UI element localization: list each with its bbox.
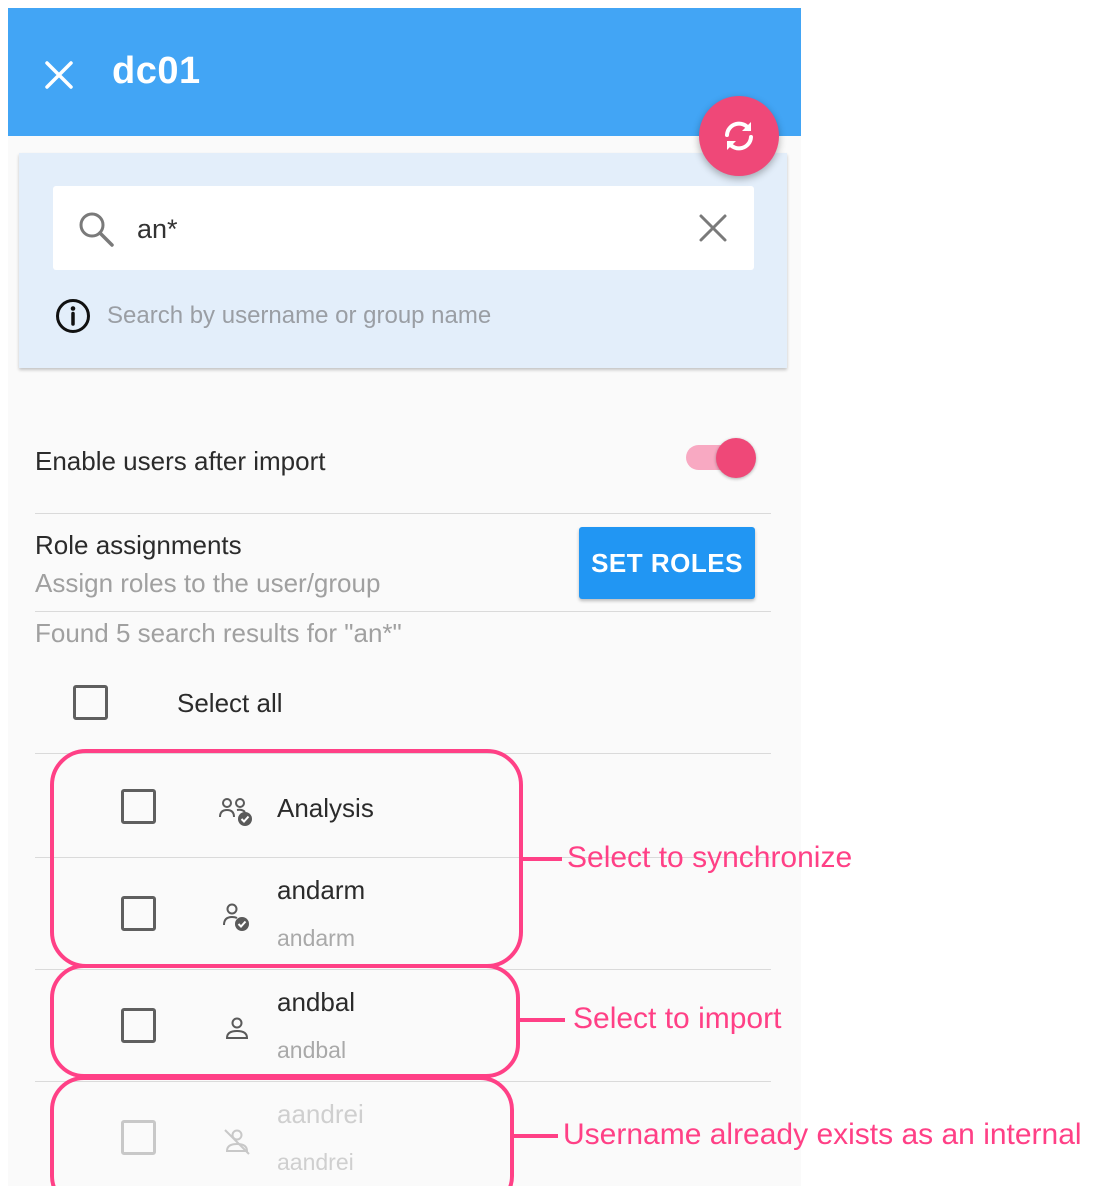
clear-icon[interactable] — [696, 211, 730, 245]
divider — [35, 753, 771, 754]
close-button[interactable] — [38, 54, 80, 96]
item-checkbox[interactable] — [121, 1008, 156, 1043]
results-summary: Found 5 search results for "an*" — [35, 618, 402, 648]
header-bar: dc01 — [8, 8, 801, 136]
user-off-icon — [224, 1129, 250, 1155]
search-field[interactable] — [53, 186, 754, 270]
hint-text: Search by username or group name — [107, 302, 492, 329]
divider — [35, 611, 771, 612]
enable-users-toggle[interactable] — [684, 436, 756, 480]
role-assignments-subtitle: Assign roles to the user/group — [35, 568, 381, 598]
select-all-label: Select all — [177, 688, 283, 718]
set-roles-button[interactable]: SET ROLES — [579, 527, 755, 599]
sync-icon — [725, 121, 753, 151]
item-name: aandrei — [277, 1099, 364, 1129]
group-sync-icon — [219, 798, 252, 826]
info-icon — [56, 299, 90, 333]
enable-users-label: Enable users after import — [35, 446, 326, 476]
sync-annotation: Select to synchronize — [567, 841, 853, 874]
page-title: dc01 — [112, 50, 201, 92]
search-card: Search by username or group name — [19, 153, 787, 368]
sync-button[interactable] — [699, 96, 779, 176]
item-name: andbal — [277, 987, 356, 1017]
item-checkbox[interactable] — [121, 789, 156, 824]
search-icon — [79, 212, 114, 247]
item-name: andarm — [277, 875, 366, 905]
close-icon — [45, 61, 73, 89]
item-username: andbal — [277, 1037, 347, 1063]
exists-annotation: Username already exists as an internal — [563, 1118, 1082, 1151]
user-icon — [225, 1017, 249, 1039]
user-sync-icon — [223, 903, 249, 931]
item-name: Analysis — [277, 793, 374, 823]
divider — [35, 1081, 771, 1082]
item-username: aandrei — [277, 1149, 354, 1175]
item-checkbox — [121, 1120, 156, 1155]
search-input[interactable] — [137, 214, 657, 245]
role-assignments-label: Role assignments — [35, 530, 242, 560]
item-username: andarm — [277, 925, 355, 951]
divider — [35, 513, 771, 514]
toggle-thumb — [716, 438, 756, 478]
item-checkbox[interactable] — [121, 896, 156, 931]
search-hint: Search by username or group name — [55, 298, 491, 334]
divider — [35, 969, 771, 970]
import-annotation: Select to import — [573, 1002, 782, 1035]
select-all-checkbox[interactable] — [73, 685, 108, 720]
